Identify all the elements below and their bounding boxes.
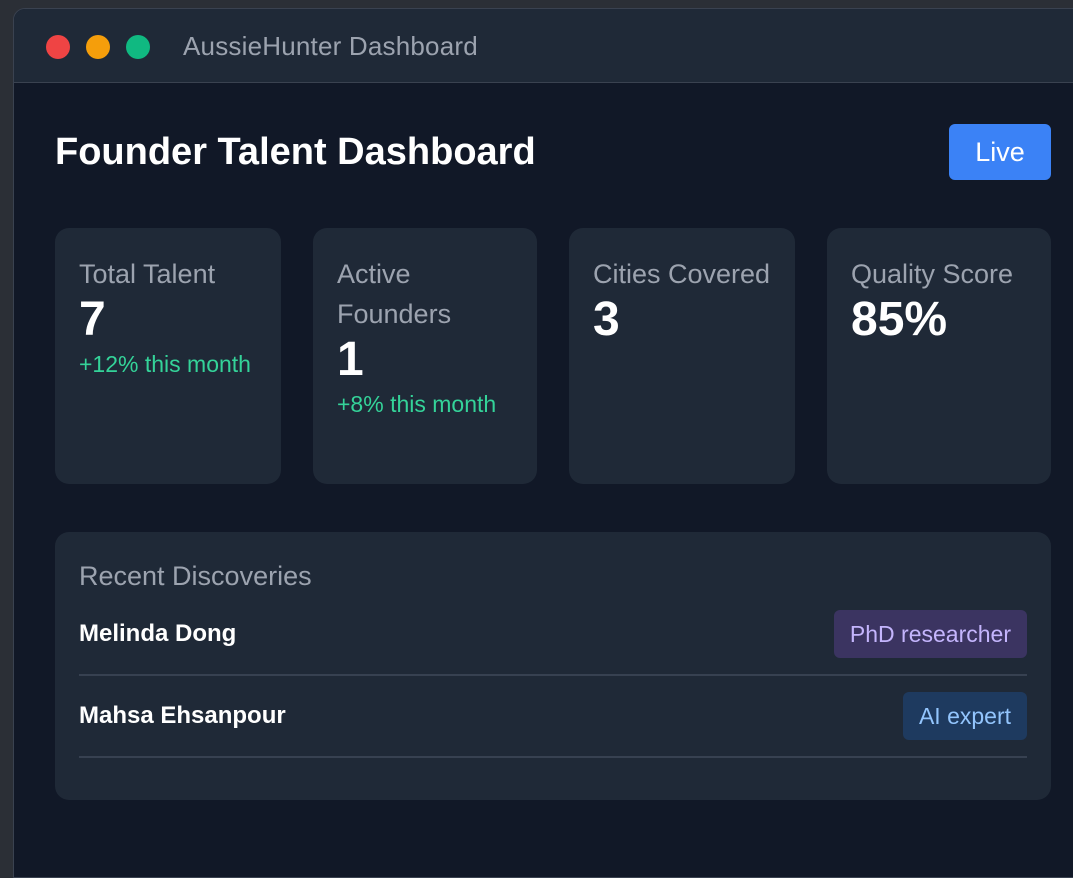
minimize-window-button[interactable] (86, 35, 110, 59)
stat-label: Quality Score (851, 259, 1014, 289)
stat-delta: +8% this month (337, 391, 497, 417)
panel-title: Recent Discoveries (79, 561, 312, 591)
discovery-row[interactable]: Melinda Dong PhD researcher (79, 594, 1027, 676)
stat-card-active-founders: Active Founders 1 +8% this month (313, 228, 537, 484)
stat-label: Total Talent (79, 259, 216, 289)
live-button[interactable]: Live (949, 124, 1051, 180)
stat-card-cities-covered: Cities Covered 3 (569, 228, 795, 484)
stat-label: Active Founders (337, 259, 452, 329)
discovery-row[interactable]: Mahsa Ehsanpour AI expert (79, 676, 1027, 758)
discovery-name: Melinda Dong (79, 620, 237, 647)
stat-card-total-talent: Total Talent 7 +12% this month (55, 228, 281, 484)
app-window: AussieHunter Dashboard Founder Talent Da… (13, 8, 1073, 878)
discovery-tag: AI expert (902, 692, 1027, 740)
stat-value: 1 (337, 333, 364, 386)
close-window-button[interactable] (46, 35, 70, 59)
page-title: Founder Talent Dashboard (55, 131, 536, 173)
stat-card-quality-score: Quality Score 85% (827, 228, 1051, 484)
title-bar[interactable]: AussieHunter Dashboard (14, 9, 1073, 83)
discovery-tag: PhD researcher (833, 610, 1027, 658)
stat-label: Cities Covered (593, 259, 771, 289)
maximize-window-button[interactable] (126, 35, 150, 59)
stat-value: 7 (79, 293, 106, 346)
window-title: AussieHunter Dashboard (183, 31, 478, 61)
recent-discoveries-panel: Recent Discoveries Melinda Dong PhD rese… (55, 532, 1051, 800)
stat-delta: +12% this month (79, 351, 251, 377)
discovery-name: Mahsa Ehsanpour (79, 702, 286, 729)
stat-value: 3 (593, 293, 620, 346)
stat-value: 85% (851, 293, 948, 346)
